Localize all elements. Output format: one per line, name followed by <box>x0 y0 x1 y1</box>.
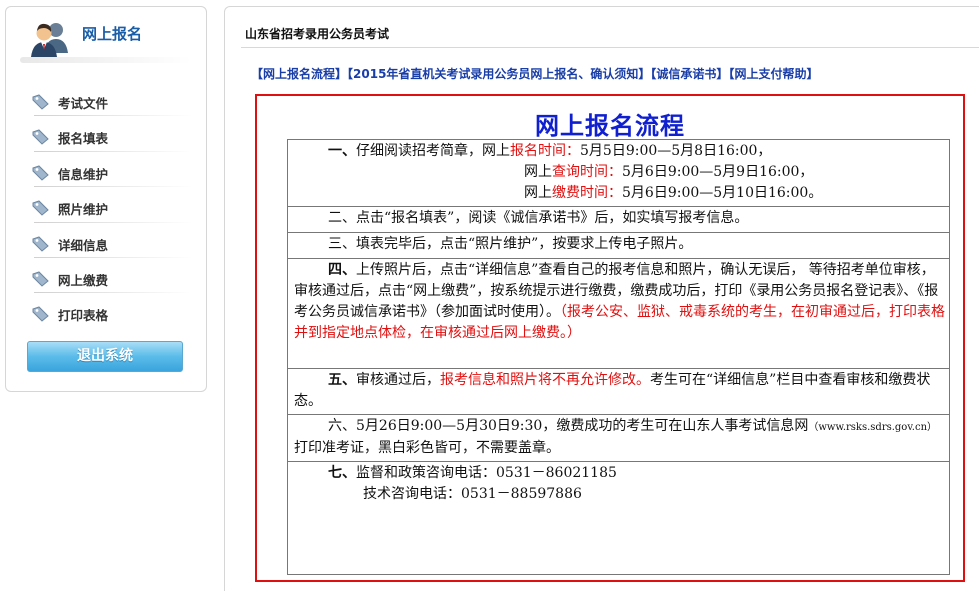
step-number: 七、 <box>328 465 356 481</box>
users-icon <box>31 23 68 57</box>
step-text: 仔细阅读招考简章， <box>356 143 482 159</box>
logout-button[interactable]: 退出系统 <box>27 341 183 372</box>
process-table: 一、仔细阅读招考简章，网上报名时间：5月5日9:00—5月8日16:00， 网上… <box>287 139 950 575</box>
divider <box>34 221 192 223</box>
step-1-line-3: 网上缴费时间：5月6日9:00—5月10日16:00。 <box>328 183 947 204</box>
highlight-text: 报名时间： <box>510 143 580 159</box>
process-box: 网上报名流程 一、仔细阅读招考简章，网上报名时间：5月5日9:00—5月8日16… <box>255 94 965 582</box>
step-text: 网上 <box>524 185 552 201</box>
step-7-line-2: 技术咨询电话：0531－88597886 <box>328 484 947 505</box>
tag-icon <box>32 235 49 252</box>
step-1-line-1: 一、仔细阅读招考简章，网上报名时间：5月5日9:00—5月8日16:00， <box>328 141 947 162</box>
step-text: 审核通过后， <box>356 372 440 388</box>
link-payment-help[interactable]: 【网上支付帮助】 <box>728 67 818 81</box>
table-row: 二、点击“报名填表”，阅读《诚信承诺书》后，如实填写报考信息。 <box>287 206 950 233</box>
sidebar-item-label: 报名填表 <box>58 131 109 147</box>
link-registration-process[interactable]: 【网上报名流程】 <box>251 67 347 81</box>
sidebar-item-label: 考试文件 <box>58 96 109 111</box>
sidebar-item-registration-form[interactable]: 报名填表 <box>6 122 206 157</box>
divider <box>20 57 192 63</box>
divider <box>34 150 192 152</box>
page-title: 山东省招考录用公务员考试 <box>245 27 390 41</box>
website-url: （www.rsks.sdrs.gov.cn） <box>808 422 938 433</box>
tag-icon <box>32 306 49 323</box>
step-5-cell: 五、审核通过后，报考信息和照片将不再允许修改。考生可在“详细信息”栏目中查看审核… <box>287 368 950 415</box>
step-text: 网上 <box>524 164 552 180</box>
step-text: 5月6日9:00—5月10日16:00。 <box>622 185 823 201</box>
sidebar-item-label: 详细信息 <box>58 237 109 253</box>
table-row: 一、仔细阅读招考简章，网上报名时间：5月5日9:00—5月8日16:00， 网上… <box>287 139 950 207</box>
table-row: 六、5月26日9:00—5月30日9:30，缴费成功的考生可在山东人事考试信息网… <box>287 414 950 462</box>
sidebar-item-print-forms[interactable]: 打印表格 <box>6 299 206 334</box>
tag-icon <box>32 165 49 181</box>
sidebar: 网上报名 考试文件 报名填表 信息维护 照片维护 详细信息 网上缴费 打印表格 … <box>5 6 207 392</box>
sidebar-item-label: 打印表格 <box>58 308 109 324</box>
highlight-text: 报考信息和照片将不再允许修改。 <box>440 372 650 388</box>
step-number: 四、 <box>328 262 356 278</box>
step-7-cell: 七、监督和政策咨询电话：0531－86021185 技术咨询电话：0531－88… <box>287 461 950 575</box>
tag-icon <box>32 271 49 287</box>
link-registration-notice[interactable]: 【2015年省直机关考试录用公务员网上报名、确认须知】 <box>347 67 650 81</box>
divider <box>241 47 979 48</box>
sidebar-menu: 考试文件 报名填表 信息维护 照片维护 详细信息 网上缴费 打印表格 <box>6 87 206 335</box>
tag-icon <box>32 94 49 110</box>
sidebar-header: 网上报名 <box>6 7 206 65</box>
sidebar-item-online-payment[interactable]: 网上缴费 <box>6 264 206 299</box>
step-text: 5月6日9:00—5月9日16:00， <box>622 164 814 180</box>
sidebar-item-info-maintenance[interactable]: 信息维护 <box>6 158 206 193</box>
divider <box>34 115 192 117</box>
step-1-line-2: 网上查询时间：5月6日9:00—5月9日16:00， <box>328 162 947 183</box>
step-4-cell: 四、上传照片后，点击“详细信息”查看自己的报考信息和照片，确认无误后， 等待招考… <box>287 258 950 369</box>
step-text: 网上 <box>482 143 510 159</box>
step-number: 一、 <box>328 143 356 159</box>
step-3-cell: 三、填表完毕后，点击“照片维护”，按要求上传电子照片。 <box>287 232 950 259</box>
divider <box>34 256 192 258</box>
tag-icon <box>32 200 49 216</box>
divider <box>34 292 192 294</box>
step-text: 打印准考证，黑白彩色皆可，不需要盖章。 <box>294 440 560 456</box>
step-text: 5月5日9:00—5月8日16:00， <box>580 143 772 159</box>
step-6-cell: 六、5月26日9:00—5月30日9:30，缴费成功的考生可在山东人事考试信息网… <box>287 414 950 462</box>
link-integrity-pledge[interactable]: 【诚信承诺书】 <box>650 67 728 81</box>
step-1-cell: 一、仔细阅读招考简章，网上报名时间：5月5日9:00—5月8日16:00， 网上… <box>287 139 950 207</box>
tag-icon <box>32 129 49 146</box>
sidebar-item-exam-documents[interactable]: 考试文件 <box>6 87 206 122</box>
main-panel: 山东省招考录用公务员考试 【网上报名流程】【2015年省直机关考试录用公务员网上… <box>224 6 979 591</box>
highlight-text: 缴费时间： <box>552 185 622 201</box>
step-number: 五、 <box>328 372 356 388</box>
process-title: 网上报名流程 <box>535 112 685 140</box>
contact-phone: 技术咨询电话：0531－88597886 <box>363 486 582 502</box>
top-links: 【网上报名流程】【2015年省直机关考试录用公务员网上报名、确认须知】【诚信承诺… <box>251 65 818 82</box>
contact-phone: 监督和政策咨询电话：0531－86021185 <box>356 465 617 481</box>
sidebar-item-label: 照片维护 <box>58 202 109 218</box>
step-2-cell: 二、点击“报名填表”，阅读《诚信承诺书》后，如实填写报考信息。 <box>287 206 950 233</box>
step-text: 六、5月26日9:00—5月30日9:30，缴费成功的考生可在山东人事考试信息网 <box>328 418 809 434</box>
table-row: 七、监督和政策咨询电话：0531－86021185 技术咨询电话：0531－88… <box>287 461 950 575</box>
sidebar-item-details[interactable]: 详细信息 <box>6 229 206 264</box>
divider <box>34 186 192 188</box>
table-row: 四、上传照片后，点击“详细信息”查看自己的报考信息和照片，确认无误后， 等待招考… <box>287 258 950 369</box>
sidebar-title: 网上报名 <box>82 25 143 43</box>
sidebar-item-label: 网上缴费 <box>58 272 109 288</box>
table-row: 五、审核通过后，报考信息和照片将不再允许修改。考生可在“详细信息”栏目中查看审核… <box>287 368 950 415</box>
step-7-line-1: 七、监督和政策咨询电话：0531－86021185 <box>328 463 947 484</box>
sidebar-item-label: 信息维护 <box>58 166 109 182</box>
table-row: 三、填表完毕后，点击“照片维护”，按要求上传电子照片。 <box>287 232 950 259</box>
sidebar-item-photo-maintenance[interactable]: 照片维护 <box>6 193 206 228</box>
highlight-text: 查询时间： <box>552 164 622 180</box>
